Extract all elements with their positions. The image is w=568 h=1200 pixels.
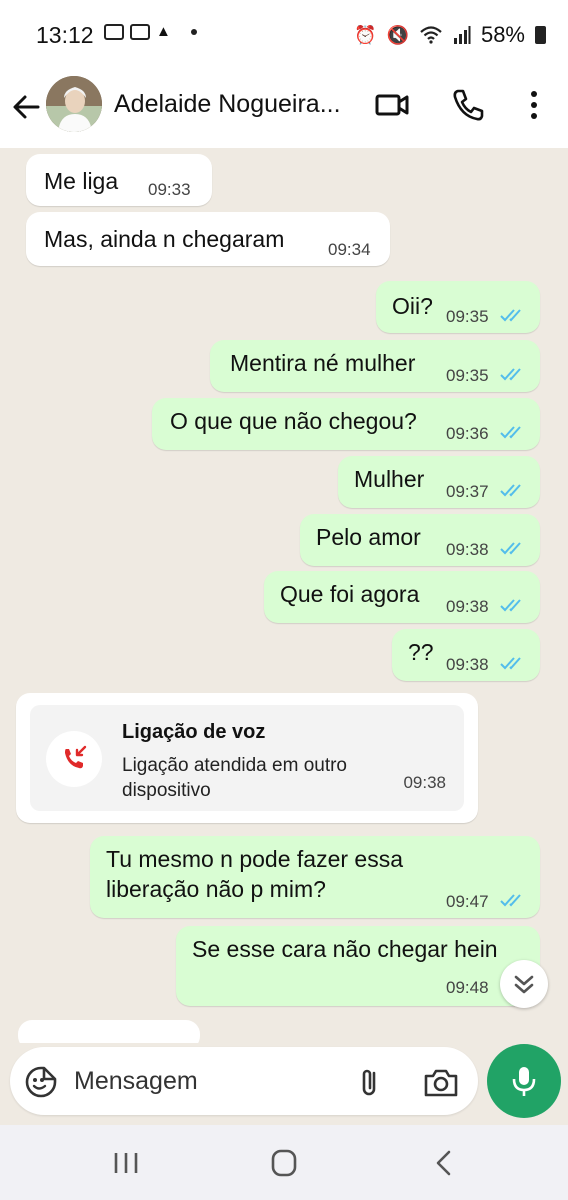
contact-name[interactable]: Adelaide Nogueira... [114, 90, 354, 119]
double-check-icon [500, 309, 521, 322]
outgoing-message[interactable]: Tu mesmo n pode fazer essa liberação não… [90, 836, 540, 918]
message-text: ?? [408, 639, 434, 665]
message-time: 09:35 [446, 307, 489, 326]
phone-icon[interactable] [450, 88, 486, 122]
outgoing-message[interactable]: Que foi agora 09:38 [264, 571, 540, 623]
double-check-icon [500, 542, 521, 555]
voice-call-message[interactable]: Ligação de voz Ligação atendida em outro… [16, 693, 478, 823]
outgoing-message[interactable]: Mulher 09:37 [338, 456, 540, 508]
home-icon[interactable] [264, 1147, 304, 1179]
missed-call-icon-container [46, 731, 102, 787]
double-check-icon [500, 657, 521, 670]
message-time: 09:36 [446, 424, 489, 443]
message-text: Oii? [392, 293, 433, 319]
outgoing-message[interactable]: Oii? 09:35 [376, 281, 540, 333]
double-check-icon [500, 894, 521, 907]
system-navigation-bar [0, 1125, 568, 1200]
scroll-to-bottom-button[interactable] [500, 960, 548, 1008]
mic-icon [512, 1067, 536, 1096]
message-time: 09:34 [328, 240, 371, 259]
double-check-icon [500, 426, 521, 439]
camera-icon[interactable] [422, 1067, 460, 1099]
missed-call-icon [65, 745, 87, 769]
status-time: 13:12 [36, 22, 94, 48]
outgoing-message[interactable]: Mentira né mulher 09:35 [210, 340, 540, 392]
chat-header: Adelaide Nogueira... [0, 70, 568, 148]
notification-icons: ▲ [104, 24, 197, 40]
warning-icon: ▲ [156, 23, 171, 40]
battery-icon [535, 26, 546, 44]
message-text-line: Tu mesmo n pode fazer essa [106, 846, 404, 872]
message-text: Mas, ainda n chegaram [44, 226, 285, 252]
avatar-image [46, 76, 102, 132]
message-text: O que que não chegou? [170, 408, 417, 434]
message-text: Mulher [354, 466, 425, 492]
message-text: Que foi agora [280, 581, 420, 607]
outgoing-message[interactable]: Se esse cara não chegar hein 09:48 [176, 926, 540, 1006]
double-check-icon [500, 484, 521, 497]
battery-percent: 58% [480, 22, 525, 47]
more-vert-icon[interactable] [516, 88, 552, 122]
notification-app-icon [104, 24, 124, 40]
chat-area[interactable]: Me liga 09:33 Mas, ainda n chegaram 09:3… [0, 148, 568, 1043]
call-title: Ligação de voz [122, 721, 266, 743]
message-text: Me liga [44, 168, 119, 194]
voice-message-button[interactable] [487, 1044, 561, 1118]
message-time: 09:35 [446, 366, 489, 385]
sticker-icon[interactable] [24, 1065, 58, 1099]
message-time: 09:38 [446, 597, 489, 616]
message-time: 09:48 [446, 978, 489, 997]
message-time: 09:33 [148, 180, 191, 199]
outgoing-message[interactable]: O que que não chegou? 09:36 [152, 398, 540, 450]
message-composer [10, 1047, 478, 1115]
incoming-message[interactable]: Mas, ainda n chegaram 09:34 [26, 212, 390, 266]
message-input[interactable] [74, 1061, 334, 1101]
message-time: 09:38 [446, 655, 489, 674]
message-text: Pelo amor [316, 524, 421, 550]
incoming-message[interactable]: Me liga 09:33 [26, 154, 212, 206]
message-text: Mentira né mulher [230, 350, 416, 376]
outgoing-message[interactable]: Pelo amor 09:38 [300, 514, 540, 566]
call-subtitle: Ligação atendida em outro dispositivo [122, 755, 347, 801]
avatar[interactable] [46, 76, 102, 132]
message-text-line: liberação não p mim? [106, 876, 326, 902]
wifi-icon [420, 26, 442, 44]
double-check-icon [500, 599, 521, 612]
message-time: 09:38 [446, 540, 489, 559]
chevron-double-down-icon [514, 975, 534, 994]
call-time: 09:38 [403, 773, 446, 792]
recent-apps-icon[interactable] [106, 1147, 146, 1179]
double-check-icon [500, 368, 521, 381]
video-call-icon[interactable] [374, 88, 410, 122]
message-text: Se esse cara não chegar hein [192, 936, 498, 962]
partial-incoming-message [18, 1020, 200, 1043]
alarm-icon: ⏰ [354, 24, 377, 45]
message-composer-area [0, 1043, 568, 1125]
voice-call-card[interactable]: Ligação de voz Ligação atendida em outro… [30, 705, 464, 811]
nav-back-icon[interactable] [424, 1147, 464, 1179]
system-indicators: ⏰ 🔇 58% [354, 22, 546, 48]
more-notifications-dot-icon [190, 29, 197, 35]
status-bar: 13:12 ▲ ⏰ 🔇 58% [0, 0, 568, 70]
outgoing-message[interactable]: ?? 09:38 [392, 629, 540, 681]
mute-icon: 🔇 [386, 24, 409, 45]
attach-icon[interactable] [352, 1065, 386, 1099]
message-time: 09:47 [446, 892, 489, 911]
message-time: 09:37 [446, 482, 489, 501]
signal-icon [453, 26, 471, 44]
back-arrow-icon[interactable] [10, 90, 44, 124]
notification-app-icon [130, 24, 150, 40]
